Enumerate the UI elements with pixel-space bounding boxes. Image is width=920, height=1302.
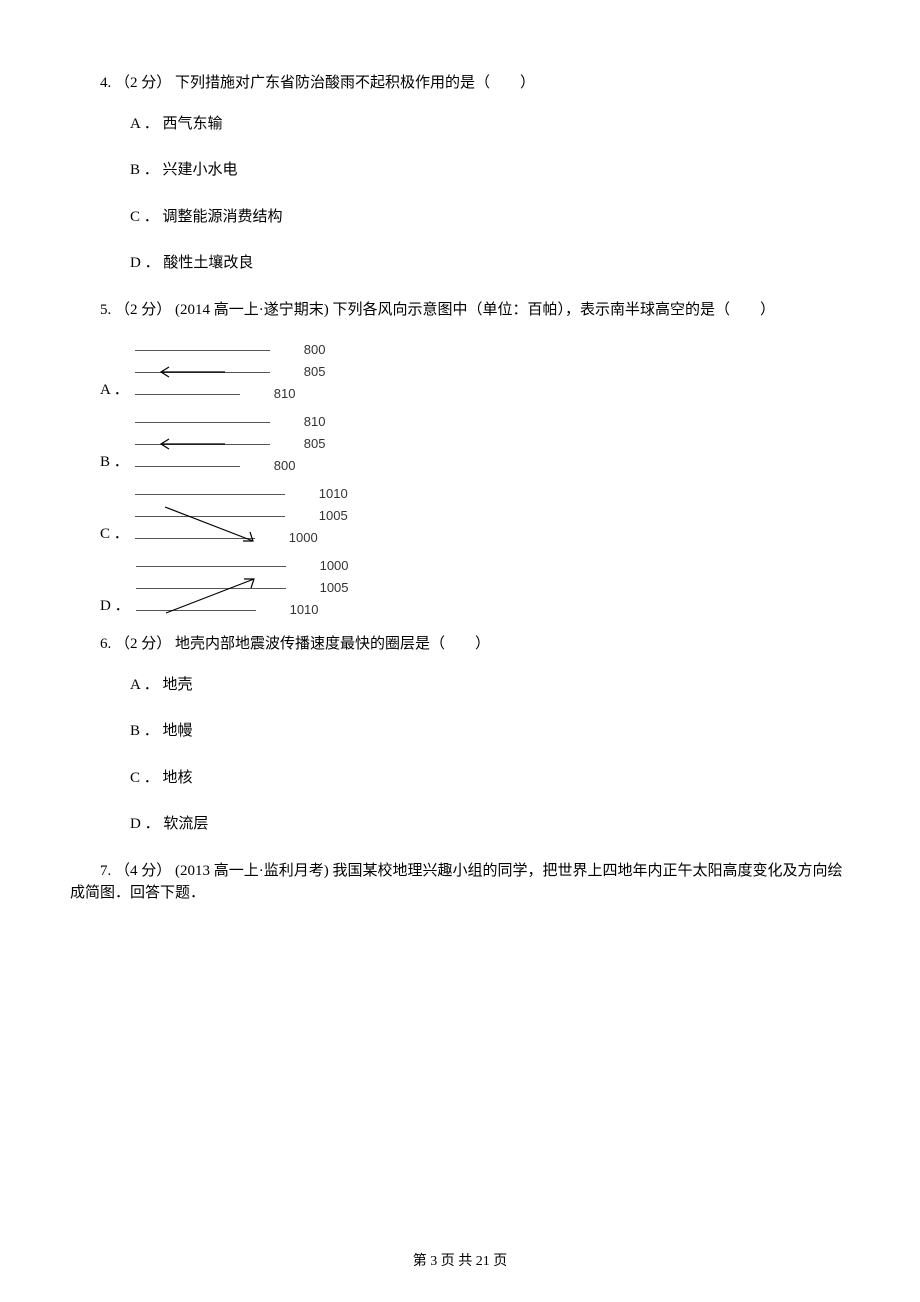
q5-b-val-2: 800 <box>244 456 296 476</box>
q6-opt-b-text: 地幔 <box>163 723 193 739</box>
q5-d-val-1: 1005 <box>290 578 349 598</box>
q4-opt-d-label: D ． <box>100 252 160 275</box>
q5-c-val-1: 1005 <box>289 506 348 526</box>
q4-opt-d-text: 酸性土壤改良 <box>163 255 253 271</box>
q4-opt-b: B ． 兴建小水电 <box>70 159 850 182</box>
q4-stem: 4. （2 分） 下列措施对广东省防治酸雨不起积极作用的是（ ） <box>70 72 850 95</box>
q6-opt-c: C ． 地核 <box>70 767 850 790</box>
q5-opt-a: A ． 800 805 810 <box>70 339 850 405</box>
q5-diagram-b: 810 805 800 <box>135 411 326 477</box>
q5-a-val-1: 805 <box>274 362 326 382</box>
page-footer: 第 3 页 共 21 页 <box>0 1251 920 1272</box>
q6-opt-b-label: B ． <box>100 720 159 743</box>
q5-diagram-a: 800 805 810 <box>135 339 326 405</box>
q4-opt-a-label: A ． <box>100 113 159 136</box>
arrow-diag-up-right-icon <box>154 573 274 621</box>
q5-d-val-0: 1000 <box>290 556 349 576</box>
q5-opt-d: D ． 1000 1005 1010 <box>70 555 850 621</box>
q5-opt-a-label: A ． <box>70 379 129 406</box>
q6-opt-d: D ． 软流层 <box>70 813 850 836</box>
q5-c-val-0: 1010 <box>289 484 348 504</box>
arrow-left-icon <box>153 363 233 381</box>
q4-opt-c: C ． 调整能源消费结构 <box>70 206 850 229</box>
q6-opt-d-label: D ． <box>100 813 160 836</box>
q5-b-val-0: 810 <box>274 412 326 432</box>
q6-opt-a-text: 地壳 <box>163 677 193 693</box>
q6-opt-d-text: 软流层 <box>163 816 208 832</box>
q5-stem: 5. （2 分） (2014 高一上·遂宁期末) 下列各风向示意图中（单位：百帕… <box>70 299 850 322</box>
q4-opt-a: A ． 西气东输 <box>70 113 850 136</box>
arrow-diag-down-right-icon <box>153 501 273 549</box>
q5-a-val-2: 810 <box>244 384 296 404</box>
q5-b-val-1: 805 <box>274 434 326 454</box>
q5-opt-b: B ． 810 805 800 <box>70 411 850 477</box>
q5-opt-c-label: C ． <box>70 523 129 550</box>
q6-opt-a-label: A ． <box>100 674 159 697</box>
q6-opt-c-text: 地核 <box>163 770 193 786</box>
arrow-left-icon <box>153 435 233 453</box>
q6-opt-a: A ． 地壳 <box>70 674 850 697</box>
q4-opt-b-label: B ． <box>100 159 159 182</box>
q5-a-val-0: 800 <box>274 340 326 360</box>
q7-stem: 7. （4 分） (2013 高一上·监利月考) 我国某校地理兴趣小组的同学，把… <box>70 860 850 905</box>
q5-opt-d-label: D ． <box>70 595 130 622</box>
q5-diagram-c: 1010 1005 1000 <box>135 483 348 549</box>
q6-opt-c-label: C ． <box>100 767 159 790</box>
q6-stem: 6. （2 分） 地壳内部地震波传播速度最快的圈层是（ ） <box>70 633 850 656</box>
q4-opt-b-text: 兴建小水电 <box>163 162 238 178</box>
q4-opt-c-label: C ． <box>100 206 159 229</box>
q5-opt-b-label: B ． <box>70 451 129 478</box>
q6-opt-b: B ． 地幔 <box>70 720 850 743</box>
q5-diagram-d: 1000 1005 1010 <box>136 555 349 621</box>
q4-opt-a-text: 西气东输 <box>163 116 223 132</box>
q5-opt-c: C ． 1010 1005 1000 <box>70 483 850 549</box>
q4-opt-d: D ． 酸性土壤改良 <box>70 252 850 275</box>
q4-opt-c-text: 调整能源消费结构 <box>163 209 283 225</box>
